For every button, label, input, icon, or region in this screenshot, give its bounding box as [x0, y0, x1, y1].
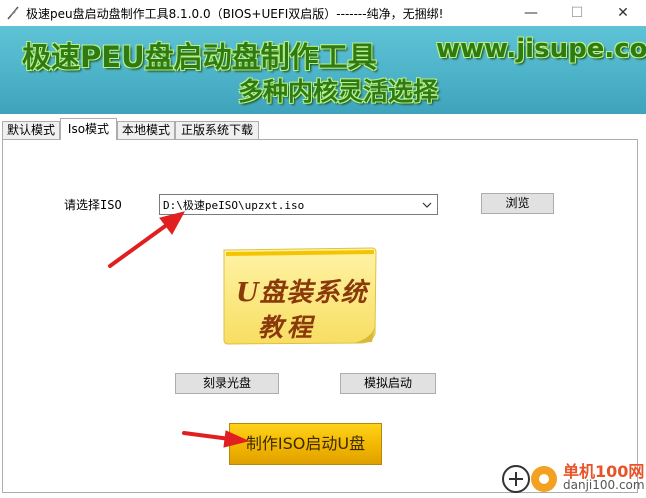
iso-path-select[interactable]: D:\极速peISO\upzxt.iso: [159, 194, 438, 215]
app-feather-icon: [7, 6, 19, 20]
maximize-button[interactable]: ☐: [554, 0, 600, 26]
mode-tabs: 默认模式 Iso模式 本地模式 正版系统下载: [0, 118, 646, 140]
tab-genuine-download[interactable]: 正版系统下载: [175, 121, 259, 140]
tab-iso-mode[interactable]: Iso模式: [60, 118, 117, 140]
iso-path-value: D:\极速peISO\upzxt.iso: [163, 199, 305, 212]
minimize-button[interactable]: —: [508, 0, 554, 26]
promo-line1: U盘装系统: [236, 278, 368, 308]
banner-title: 极速PEU盘启动盘制作工具: [22, 40, 377, 74]
simulate-boot-button[interactable]: 模拟启动: [340, 373, 436, 394]
make-iso-usb-button[interactable]: 制作ISO启动U盘: [229, 423, 382, 465]
banner-subtitle: 多种内核灵活选择: [238, 77, 439, 106]
burn-disc-button[interactable]: 刻录光盘: [175, 373, 279, 394]
banner-url[interactable]: www.jisupe.com: [436, 34, 646, 64]
chevron-down-icon[interactable]: [419, 196, 435, 213]
tab-local-mode[interactable]: 本地模式: [117, 121, 175, 140]
window-title: 极速peu盘启动盘制作工具8.1.0.0（BIOS+UEFI双启版）------…: [26, 7, 444, 21]
header-banner: 极速PEU盘启动盘制作工具 www.jisupe.com 多种内核灵活选择: [0, 26, 646, 114]
promo-line2: 教程: [258, 313, 317, 342]
browse-button[interactable]: 浏览: [481, 193, 554, 214]
title-bar: 极速peu盘启动盘制作工具8.1.0.0（BIOS+UEFI双启版）------…: [0, 0, 646, 26]
watermark-url: danji100.com: [563, 478, 645, 492]
tab-default-mode[interactable]: 默认模式: [2, 121, 60, 140]
iso-select-label: 请选择ISO: [64, 198, 122, 212]
close-button[interactable]: ✕: [600, 0, 646, 26]
